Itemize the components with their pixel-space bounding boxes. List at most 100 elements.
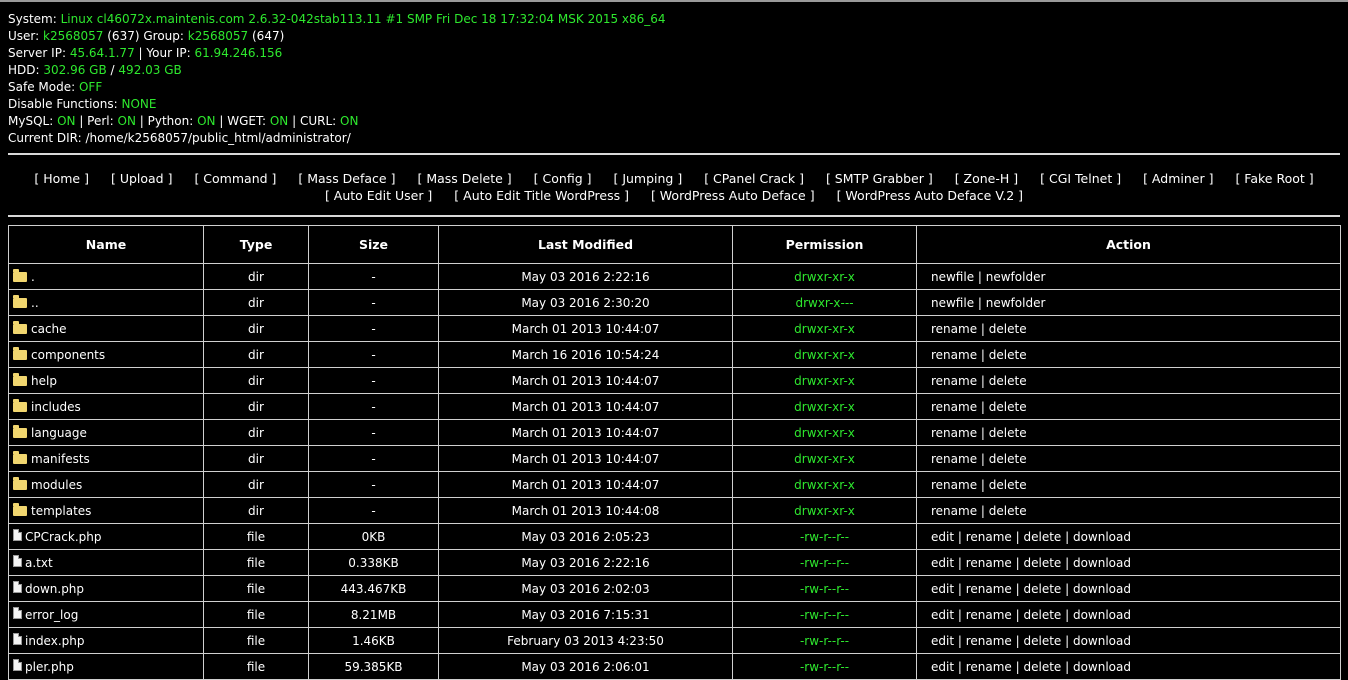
action-rename-link[interactable]: rename xyxy=(931,426,977,440)
action-rename-link[interactable]: rename xyxy=(966,556,1012,570)
file-name-link[interactable]: error_log xyxy=(25,608,78,622)
permission-link[interactable]: drwxr-xr-x xyxy=(794,478,855,492)
action-newfile-link[interactable]: newfile xyxy=(931,270,974,284)
file-name-link[interactable]: .. xyxy=(31,296,39,310)
permission-link[interactable]: -rw-r--r-- xyxy=(800,582,849,596)
permission-link[interactable]: drwxr-xr-x xyxy=(794,452,855,466)
action-newfolder-link[interactable]: newfolder xyxy=(986,270,1046,284)
action-delete-link[interactable]: delete xyxy=(989,504,1027,518)
cell-last-modified: May 03 2016 2:02:03 xyxy=(438,575,733,602)
menu-link-fake-root[interactable]: [ Fake Root ] xyxy=(1235,170,1313,187)
action-edit-link[interactable]: edit xyxy=(931,634,954,648)
action-newfile-link[interactable]: newfile xyxy=(931,296,974,310)
menu-link-cgi-telnet[interactable]: [ CGI Telnet ] xyxy=(1040,170,1121,187)
menu-link-auto-edit-title-wordpress[interactable]: [ Auto Edit Title WordPress ] xyxy=(454,187,629,204)
action-download-link[interactable]: download xyxy=(1073,608,1131,622)
file-name-link[interactable]: . xyxy=(31,270,35,284)
action-delete-link[interactable]: delete xyxy=(1023,582,1061,596)
action-delete-link[interactable]: delete xyxy=(989,374,1027,388)
action-delete-link[interactable]: delete xyxy=(989,348,1027,362)
action-download-link[interactable]: download xyxy=(1073,556,1131,570)
menu-link-jumping[interactable]: [ Jumping ] xyxy=(613,170,682,187)
action-rename-link[interactable]: rename xyxy=(966,660,1012,674)
action-rename-link[interactable]: rename xyxy=(931,348,977,362)
action-delete-link[interactable]: delete xyxy=(1023,660,1061,674)
file-name-link[interactable]: help xyxy=(31,374,57,388)
action-delete-link[interactable]: delete xyxy=(989,426,1027,440)
action-delete-link[interactable]: delete xyxy=(1023,530,1061,544)
permission-link[interactable]: drwxr-xr-x xyxy=(794,270,855,284)
action-delete-link[interactable]: delete xyxy=(1023,608,1061,622)
action-rename-link[interactable]: rename xyxy=(931,504,977,518)
file-name-link[interactable]: index.php xyxy=(25,634,84,648)
action-delete-link[interactable]: delete xyxy=(989,452,1027,466)
permission-link[interactable]: drwxr-x--- xyxy=(795,296,853,310)
file-name-link[interactable]: pler.php xyxy=(25,660,74,674)
action-newfolder-link[interactable]: newfolder xyxy=(986,296,1046,310)
action-edit-link[interactable]: edit xyxy=(931,582,954,596)
action-delete-link[interactable]: delete xyxy=(1023,634,1061,648)
menu-link-upload[interactable]: [ Upload ] xyxy=(111,170,173,187)
permission-link[interactable]: drwxr-xr-x xyxy=(794,426,855,440)
permission-link[interactable]: -rw-r--r-- xyxy=(800,634,849,648)
file-name-link[interactable]: a.txt xyxy=(25,556,53,570)
action-rename-link[interactable]: rename xyxy=(931,322,977,336)
permission-link[interactable]: -rw-r--r-- xyxy=(800,530,849,544)
file-name-link[interactable]: CPCrack.php xyxy=(25,530,101,544)
folder-icon xyxy=(13,502,27,516)
permission-link[interactable]: drwxr-xr-x xyxy=(794,322,855,336)
permission-link[interactable]: -rw-r--r-- xyxy=(800,556,849,570)
menu-link-command[interactable]: [ Command ] xyxy=(194,170,276,187)
permission-link[interactable]: drwxr-xr-x xyxy=(794,348,855,362)
file-name-link[interactable]: cache xyxy=(31,322,67,336)
cell-size: - xyxy=(308,497,439,524)
menu-link-zone-h[interactable]: [ Zone-H ] xyxy=(955,170,1018,187)
action-edit-link[interactable]: edit xyxy=(931,530,954,544)
action-edit-link[interactable]: edit xyxy=(931,608,954,622)
menu-link-auto-edit-user[interactable]: [ Auto Edit User ] xyxy=(325,187,432,204)
menu-link-wordpress-auto-deface-v-2[interactable]: [ WordPress Auto Deface V.2 ] xyxy=(837,187,1023,204)
action-rename-link[interactable]: rename xyxy=(931,400,977,414)
file-name-link[interactable]: templates xyxy=(31,504,91,518)
cell-action: rename | delete xyxy=(916,367,1341,394)
menu-link-mass-deface[interactable]: [ Mass Deface ] xyxy=(298,170,395,187)
menu-link-smtp-grabber[interactable]: [ SMTP Grabber ] xyxy=(826,170,933,187)
permission-link[interactable]: drwxr-xr-x xyxy=(794,374,855,388)
action-delete-link[interactable]: delete xyxy=(989,478,1027,492)
menu-link-cpanel-crack[interactable]: [ CPanel Crack ] xyxy=(704,170,804,187)
permission-link[interactable]: drwxr-xr-x xyxy=(794,504,855,518)
action-delete-link[interactable]: delete xyxy=(1023,556,1061,570)
action-rename-link[interactable]: rename xyxy=(931,478,977,492)
action-rename-link[interactable]: rename xyxy=(931,452,977,466)
action-rename-link[interactable]: rename xyxy=(966,608,1012,622)
action-edit-link[interactable]: edit xyxy=(931,556,954,570)
action-delete-link[interactable]: delete xyxy=(989,322,1027,336)
file-name-link[interactable]: manifests xyxy=(31,452,90,466)
action-download-link[interactable]: download xyxy=(1073,634,1131,648)
permission-link[interactable]: -rw-r--r-- xyxy=(800,660,849,674)
divider-bottom xyxy=(8,215,1340,217)
menu-link-home[interactable]: [ Home ] xyxy=(34,170,89,187)
permission-link[interactable]: -rw-r--r-- xyxy=(800,608,849,622)
action-rename-link[interactable]: rename xyxy=(966,530,1012,544)
file-name-link[interactable]: includes xyxy=(31,400,81,414)
action-edit-link[interactable]: edit xyxy=(931,660,954,674)
action-delete-link[interactable]: delete xyxy=(989,400,1027,414)
menu-link-config[interactable]: [ Config ] xyxy=(534,170,592,187)
action-rename-link[interactable]: rename xyxy=(931,374,977,388)
menu-link-adminer[interactable]: [ Adminer ] xyxy=(1143,170,1213,187)
menu-link-mass-delete[interactable]: [ Mass Delete ] xyxy=(417,170,511,187)
action-rename-link[interactable]: rename xyxy=(966,582,1012,596)
cell-name: includes xyxy=(8,393,204,420)
file-name-link[interactable]: down.php xyxy=(25,582,84,596)
file-name-link[interactable]: components xyxy=(31,348,105,362)
action-download-link[interactable]: download xyxy=(1073,530,1131,544)
action-download-link[interactable]: download xyxy=(1073,582,1131,596)
file-name-link[interactable]: language xyxy=(31,426,87,440)
divider-top xyxy=(8,153,1340,155)
menu-link-wordpress-auto-deface[interactable]: [ WordPress Auto Deface ] xyxy=(651,187,815,204)
action-rename-link[interactable]: rename xyxy=(966,634,1012,648)
file-name-link[interactable]: modules xyxy=(31,478,82,492)
permission-link[interactable]: drwxr-xr-x xyxy=(794,400,855,414)
action-download-link[interactable]: download xyxy=(1073,660,1131,674)
